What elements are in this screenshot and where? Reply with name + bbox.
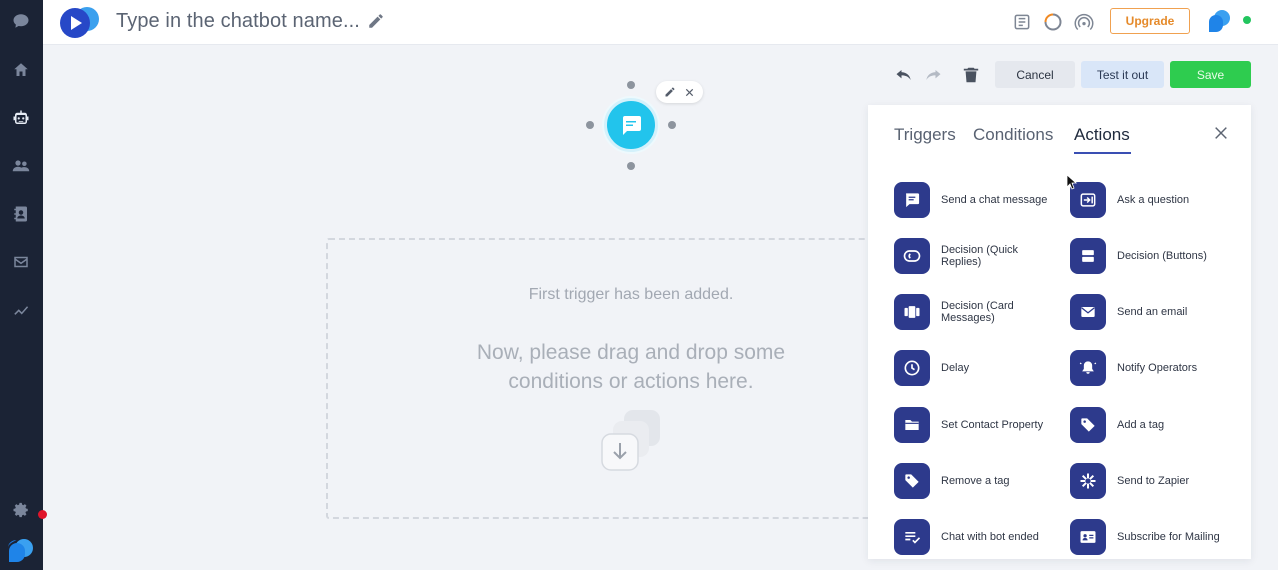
action-decision-quick-replies[interactable]: Decision (Quick Replies) [894, 238, 1064, 278]
action-chat-with-bot-ended[interactable]: Chat with bot ended [894, 519, 1064, 559]
node-toolbar [656, 81, 703, 103]
chatbot-logo-icon [60, 7, 99, 38]
action-label: Decision (Card Messages) [941, 300, 1014, 324]
quick-replies-icon [894, 238, 930, 274]
action-label: Decision (Buttons) [1117, 250, 1207, 262]
action-label: Delay [941, 362, 970, 374]
drop-here-arrow-icon [601, 410, 660, 471]
folder-icon [894, 407, 930, 443]
action-delay[interactable]: Delay [894, 350, 1064, 390]
card-messages-icon [894, 294, 930, 330]
action-label: Set Contact Property [941, 419, 1044, 431]
trigger-node[interactable] [604, 98, 658, 152]
zapier-icon [1070, 463, 1106, 499]
action-label: Send a chat message [941, 194, 1048, 206]
contact-card-icon [1070, 519, 1106, 555]
action-send-email[interactable]: Send an email [1070, 294, 1240, 334]
node-connector-top[interactable] [627, 81, 635, 89]
mouse-cursor-icon [1066, 174, 1078, 190]
sidebar-settings-icon[interactable] [9, 498, 33, 522]
test-it-out-button[interactable]: Test it out [1081, 61, 1164, 88]
tab-actions[interactable]: Actions [1074, 125, 1130, 145]
sidebar-analytics-icon[interactable] [9, 298, 33, 322]
sidebar-home-icon[interactable] [9, 58, 33, 82]
cancel-button[interactable]: Cancel [995, 61, 1075, 88]
panel-close-icon[interactable] [1213, 125, 1229, 141]
action-notify-operators[interactable]: Notify Operators [1070, 350, 1240, 390]
chat-bubble-icon [623, 116, 641, 135]
save-button[interactable]: Save [1170, 61, 1251, 88]
action-label: Decision (Quick Replies) [941, 244, 1019, 268]
online-status-dot [1243, 16, 1251, 24]
action-send-to-zapier[interactable]: Send to Zapier [1070, 463, 1240, 503]
node-connector-left[interactable] [586, 121, 594, 129]
sidebar-chatbot-icon[interactable] [9, 106, 33, 130]
drop-zone-hint-title: First trigger has been added. [528, 286, 734, 303]
action-send-chat-message[interactable]: Send a chat message [894, 182, 1064, 222]
sidebar-address-book-icon[interactable] [9, 202, 33, 226]
action-remove-tag[interactable]: Remove a tag [894, 463, 1064, 503]
chatbot-name-field[interactable]: Type in the chatbot name... [116, 10, 360, 33]
bell-icon [1070, 350, 1106, 386]
tag-remove-icon [894, 463, 930, 499]
edit-pencil-icon[interactable] [367, 12, 385, 30]
chat-message-icon [894, 182, 930, 218]
action-decision-buttons[interactable]: Decision (Buttons) [1070, 238, 1240, 278]
node-close-icon[interactable] [682, 85, 696, 99]
action-label: Remove a tag [941, 475, 1010, 487]
action-subscribe-for-mailing[interactable]: Subscribe for Mailing [1070, 519, 1240, 559]
action-label: Notify Operators [1117, 362, 1198, 374]
drop-zone-hint-text: Now, please drag and drop some condition… [476, 341, 786, 393]
top-header: Type in the chatbot name... Upgrade [43, 0, 1278, 45]
action-ask-question[interactable]: Ask a question [1070, 182, 1240, 222]
action-set-contact-property[interactable]: Set Contact Property [894, 407, 1064, 447]
node-connector-right[interactable] [668, 121, 676, 129]
tidio-logo-icon[interactable] [6, 536, 36, 564]
clock-icon [894, 350, 930, 386]
action-label: Send to Zapier [1117, 475, 1190, 487]
user-avatar[interactable] [1206, 9, 1232, 33]
undo-icon[interactable] [894, 66, 914, 84]
app-sidebar [0, 0, 47, 570]
tag-icon [1070, 407, 1106, 443]
envelope-icon [1070, 294, 1106, 330]
sidebar-chat-icon[interactable] [9, 9, 33, 33]
action-add-tag[interactable]: Add a tag [1070, 407, 1240, 447]
upgrade-button[interactable]: Upgrade [1110, 8, 1190, 34]
action-label: Chat with bot ended [941, 531, 1039, 543]
delete-trash-icon[interactable] [961, 66, 981, 84]
action-label: Subscribe for Mailing [1117, 531, 1220, 543]
chat-ended-icon [894, 519, 930, 555]
templates-icon[interactable] [1012, 12, 1032, 32]
buttons-icon [1070, 238, 1106, 274]
notification-badge [38, 510, 47, 519]
broadcast-icon[interactable] [1074, 12, 1094, 32]
sidebar-mail-icon[interactable] [9, 250, 33, 274]
action-label: Add a tag [1117, 419, 1165, 431]
node-connector-bottom[interactable] [627, 162, 635, 170]
active-tab-indicator [1074, 152, 1131, 154]
node-edit-icon[interactable] [663, 85, 677, 99]
redo-icon[interactable] [923, 66, 943, 84]
loading-progress-icon[interactable] [1043, 12, 1063, 32]
tab-triggers[interactable]: Triggers [894, 125, 956, 145]
action-label: Send an email [1117, 306, 1188, 318]
action-decision-card-messages[interactable]: Decision (Card Messages) [894, 294, 1064, 334]
blocks-panel: Triggers Conditions Actions Send a chat … [868, 105, 1251, 559]
action-label: Ask a question [1117, 194, 1190, 206]
tab-conditions[interactable]: Conditions [973, 125, 1053, 145]
sidebar-contacts-icon[interactable] [9, 154, 33, 178]
